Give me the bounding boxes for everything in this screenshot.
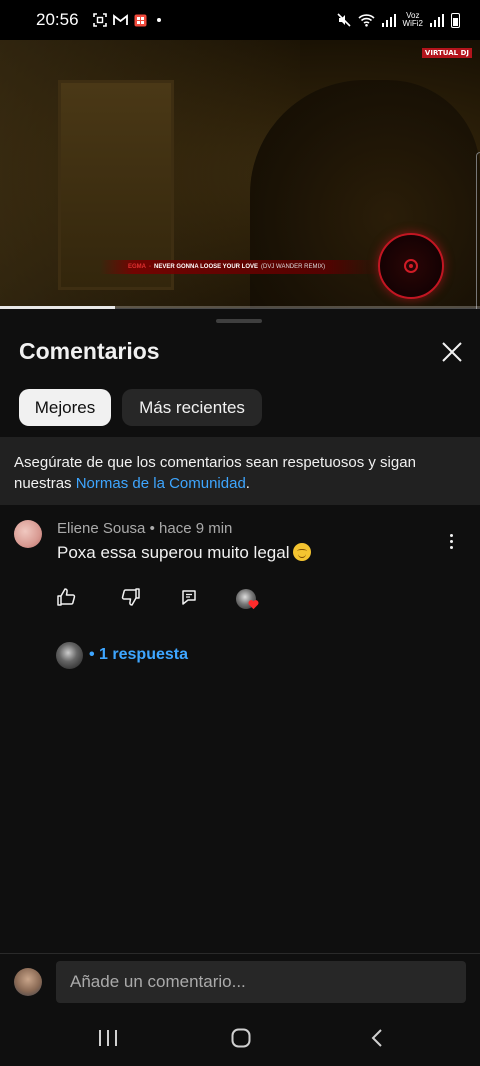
mute-icon	[336, 13, 351, 27]
video-player[interactable]: VIRTUAL DJ EGMA - NEVER GONNA LOOSE YOUR…	[0, 40, 480, 308]
reply-button[interactable]	[177, 585, 201, 609]
panel-title: Comentarios	[19, 338, 160, 364]
back-button[interactable]	[362, 1024, 392, 1052]
wifi-icon	[358, 14, 375, 27]
gmail-icon	[112, 14, 128, 25]
battery-icon	[451, 12, 460, 28]
comment-item: Eliene Sousa • hace 9 min Poxa essa supe…	[0, 515, 480, 675]
my-avatar	[14, 968, 42, 996]
like-button[interactable]	[54, 585, 78, 609]
status-system-icons: Voz WiFi2	[336, 11, 460, 28]
dot-icon	[156, 18, 161, 22]
comment-body: Poxa essa superou muito legal	[57, 543, 312, 563]
comment-meta: Eliene Sousa • hace 9 min	[57, 520, 232, 537]
video-scene-door	[58, 80, 174, 290]
status-time: 20:56	[36, 10, 79, 29]
reply-avatar	[56, 641, 83, 669]
song-remix: (DVJ WANDER REMIX)	[261, 264, 326, 270]
signal-icon	[381, 13, 396, 27]
virtual-dj-badge: VIRTUAL DJ	[421, 48, 472, 58]
notice-suffix: .	[245, 475, 250, 492]
status-bar: 20:56 Voz WiFi2	[0, 0, 480, 40]
reply-icon	[182, 590, 196, 605]
status-notification-icons	[92, 13, 161, 27]
close-icon	[442, 342, 462, 362]
replies-count-link[interactable]: • 1 respuesta	[89, 646, 188, 664]
compose-divider	[0, 953, 480, 954]
relieved-face-emoji-icon	[293, 543, 312, 561]
vowifi-icon: Voz WiFi2	[402, 11, 423, 28]
screenshot-icon	[92, 13, 107, 27]
view-replies-button[interactable]: • 1 respuesta	[56, 641, 188, 669]
meta-separator: •	[149, 520, 155, 537]
more-options-button[interactable]	[441, 529, 461, 553]
vinyl-record-icon	[378, 233, 444, 299]
home-icon	[231, 1028, 251, 1048]
community-guidelines-link[interactable]: Normas de la Comunidad	[76, 475, 246, 492]
song-separator: -	[149, 264, 151, 270]
drag-handle[interactable]	[216, 319, 262, 323]
add-comment-input[interactable]	[56, 961, 466, 1003]
song-artist: EGMA	[128, 264, 146, 270]
back-icon	[371, 1029, 382, 1047]
song-banner: EGMA - NEVER GONNA LOOSE YOUR LOVE (DVJ …	[100, 260, 380, 274]
signal-icon	[430, 13, 444, 27]
comment-time: hace 9 min	[159, 520, 233, 537]
comments-panel: Comentarios Mejores Más recientes Asegúr…	[0, 309, 480, 1066]
filter-chip-top[interactable]: Mejores	[19, 389, 111, 426]
comment-author[interactable]: Eliene Sousa	[57, 520, 145, 537]
community-notice: Asegúrate de que los comentarios sean re…	[0, 437, 480, 505]
app-icon	[134, 14, 147, 26]
song-title: NEVER GONNA LOOSE YOUR LOVE	[154, 264, 259, 270]
recents-icon	[99, 1030, 117, 1046]
dislike-button[interactable]	[119, 585, 143, 609]
system-nav-bar	[0, 1010, 480, 1066]
filter-chip-newest[interactable]: Más recientes	[122, 389, 262, 426]
thumb-down-icon	[121, 588, 140, 606]
commenter-avatar[interactable]	[14, 520, 42, 548]
heart-icon	[248, 600, 259, 610]
comment-text: Poxa essa superou muito legal	[57, 543, 290, 562]
home-button[interactable]	[226, 1024, 256, 1052]
close-button[interactable]	[436, 336, 468, 368]
recents-button[interactable]	[93, 1024, 123, 1052]
thumb-up-icon	[57, 588, 76, 606]
